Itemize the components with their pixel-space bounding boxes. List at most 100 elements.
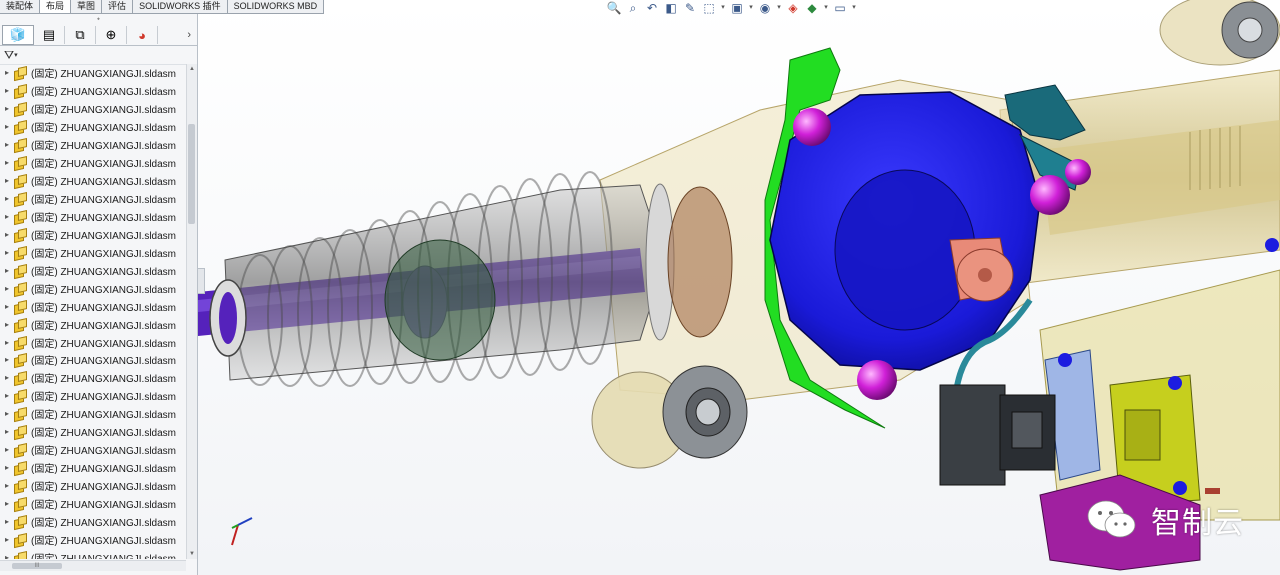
tree-item[interactable]: ▸ (固定) ZHUANGXIANGJI.sldasm: [0, 333, 186, 351]
scrollbar-thumb[interactable]: III: [12, 563, 62, 569]
tree-item[interactable]: ▸ (固定) ZHUANGXIANGJI.sldasm: [0, 477, 186, 495]
dynamic-annotation-icon[interactable]: ✎: [682, 1, 698, 15]
expand-arrow-icon[interactable]: ▸: [0, 176, 14, 185]
expand-arrow-icon[interactable]: ▸: [0, 391, 14, 400]
tree-item[interactable]: ▸ (固定) ZHUANGXIANGJI.sldasm: [0, 423, 186, 441]
tree-item[interactable]: ▸ (固定) ZHUANGXIANGJI.sldasm: [0, 387, 186, 405]
tree-item[interactable]: ▸ (固定) ZHUANGXIANGJI.sldasm: [0, 190, 186, 208]
expand-arrow-icon[interactable]: ▸: [0, 320, 14, 329]
expand-arrow-icon[interactable]: ▸: [0, 302, 14, 311]
scroll-up-icon[interactable]: ▲: [187, 64, 197, 74]
tab-layout[interactable]: 布局: [40, 0, 72, 13]
graphics-area[interactable]: [198, 0, 1280, 575]
tree-item[interactable]: ▸ (固定) ZHUANGXIANGJI.sldasm: [0, 154, 186, 172]
feature-manager-icon[interactable]: 🧊: [2, 25, 34, 45]
expand-arrow-icon[interactable]: ▸: [0, 517, 14, 526]
view-orientation-icon[interactable]: ⬚: [701, 1, 717, 15]
tree-vertical-scrollbar[interactable]: ▲ ▼: [186, 64, 197, 559]
tree-item[interactable]: ▸ (固定) ZHUANGXIANGJI.sldasm: [0, 512, 186, 530]
expand-arrow-icon[interactable]: ▸: [0, 445, 14, 454]
expand-arrow-icon[interactable]: ▸: [0, 427, 14, 436]
tree-item[interactable]: ▸ (固定) ZHUANGXIANGJI.sldasm: [0, 225, 186, 243]
scroll-down-icon[interactable]: ▼: [187, 549, 197, 559]
tree-item[interactable]: ▸ (固定) ZHUANGXIANGJI.sldasm: [0, 351, 186, 369]
assembly-component-icon: [14, 301, 26, 312]
tree-item[interactable]: ▸ (固定) ZHUANGXIANGJI.sldasm: [0, 548, 186, 559]
chevron-down-icon[interactable]: ▾: [851, 1, 857, 15]
dimxpert-manager-icon[interactable]: ⊕: [96, 26, 127, 44]
tree-item[interactable]: ▸ (固定) ZHUANGXIANGJI.sldasm: [0, 279, 186, 297]
section-view-icon[interactable]: ◧: [663, 1, 679, 15]
filter-icon[interactable]: ⛛ ▾: [0, 46, 197, 65]
tree-item[interactable]: ▸ (固定) ZHUANGXIANGJI.sldasm: [0, 243, 186, 261]
tree-item[interactable]: ▸ (固定) ZHUANGXIANGJI.sldasm: [0, 405, 186, 423]
expand-arrow-icon[interactable]: ▸: [0, 86, 14, 95]
tab-sketch[interactable]: 草图: [71, 0, 103, 13]
zoom-to-area-icon[interactable]: ⌕: [625, 1, 641, 15]
assembly-component-icon: [14, 498, 26, 509]
expand-arrow-icon[interactable]: ▸: [0, 535, 14, 544]
expand-arrow-icon[interactable]: ▸: [0, 499, 14, 508]
tree-item[interactable]: ▸ (固定) ZHUANGXIANGJI.sldasm: [0, 441, 186, 459]
configuration-manager-icon[interactable]: ⧉: [65, 26, 96, 44]
expand-arrow-icon[interactable]: ▸: [0, 104, 14, 113]
tree-item[interactable]: ▸ (固定) ZHUANGXIANGJI.sldasm: [0, 136, 186, 154]
expand-arrow-icon[interactable]: ▸: [0, 463, 14, 472]
expand-arrow-icon[interactable]: ▸: [0, 553, 14, 559]
tree-item[interactable]: ▸ (固定) ZHUANGXIANGJI.sldasm: [0, 495, 186, 513]
tree-item[interactable]: ▸ (固定) ZHUANGXIANGJI.sldasm: [0, 261, 186, 279]
tab-evaluate[interactable]: 评估: [102, 0, 134, 13]
expand-arrow-icon[interactable]: ▸: [0, 122, 14, 131]
chevron-down-icon[interactable]: ▾: [776, 1, 782, 15]
chevron-down-icon[interactable]: ▾: [748, 1, 754, 15]
tree-item[interactable]: ▸ (固定) ZHUANGXIANGJI.sldasm: [0, 369, 186, 387]
tree-item[interactable]: ▸ (固定) ZHUANGXIANGJI.sldasm: [0, 118, 186, 136]
expand-arrow-icon[interactable]: ▸: [0, 409, 14, 418]
display-manager-icon[interactable]: ◕: [127, 26, 158, 44]
expand-arrow-icon[interactable]: ▸: [0, 194, 14, 203]
expand-arrow-icon[interactable]: ▸: [0, 212, 14, 221]
panel-grip[interactable]: ⬩: [0, 13, 197, 25]
expand-arrow-icon[interactable]: ▸: [0, 230, 14, 239]
tree-item-label: (固定) ZHUANGXIANGJI.sldasm: [31, 105, 177, 117]
display-style-icon[interactable]: ▣: [729, 1, 745, 15]
tree-horizontal-scrollbar[interactable]: III: [0, 560, 186, 571]
zoom-to-fit-icon[interactable]: 🔍: [606, 1, 622, 15]
tree-item[interactable]: ▸ (固定) ZHUANGXIANGJI.sldasm: [0, 100, 186, 118]
expand-arrow-icon[interactable]: ▸: [0, 266, 14, 275]
tree-item[interactable]: ▸ (固定) ZHUANGXIANGJI.sldasm: [0, 530, 186, 548]
tab-solidworks-mbd[interactable]: SOLIDWORKS MBD: [227, 0, 325, 13]
expand-arrow-icon[interactable]: ▸: [0, 284, 14, 293]
expand-arrow-icon[interactable]: ▸: [0, 338, 14, 347]
property-manager-icon[interactable]: ▤: [34, 26, 65, 44]
tree-item[interactable]: ▸ (固定) ZHUANGXIANGJI.sldasm: [0, 172, 186, 190]
tree-item[interactable]: ▸ (固定) ZHUANGXIANGJI.sldasm: [0, 315, 186, 333]
more-tabs-chevron-icon[interactable]: ›: [187, 29, 191, 41]
tab-solidworks-addins[interactable]: SOLIDWORKS 插件: [133, 0, 228, 13]
expand-arrow-icon[interactable]: ▸: [0, 140, 14, 149]
expand-arrow-icon[interactable]: ▸: [0, 373, 14, 382]
tab-assembly[interactable]: 装配体: [0, 0, 41, 13]
tree-item-label: (固定) ZHUANGXIANGJI.sldasm: [31, 195, 177, 207]
tree-item[interactable]: ▸ (固定) ZHUANGXIANGJI.sldasm: [0, 64, 186, 82]
hide-show-items-icon[interactable]: ◉: [757, 1, 773, 15]
panel-collapse-handle[interactable]: [197, 268, 205, 294]
apply-scene-icon[interactable]: ◆: [804, 1, 820, 15]
edit-appearance-icon[interactable]: ◈: [785, 1, 801, 15]
view-settings-icon[interactable]: ▭: [832, 1, 848, 15]
expand-arrow-icon[interactable]: ▸: [0, 355, 14, 364]
tree-item[interactable]: ▸ (固定) ZHUANGXIANGJI.sldasm: [0, 459, 186, 477]
assembly-component-icon: [14, 265, 26, 276]
scrollbar-thumb[interactable]: [188, 124, 195, 224]
expand-arrow-icon[interactable]: ▸: [0, 481, 14, 490]
tree-item[interactable]: ▸ (固定) ZHUANGXIANGJI.sldasm: [0, 297, 186, 315]
previous-view-icon[interactable]: ↶: [644, 1, 660, 15]
chevron-down-icon[interactable]: ▾: [823, 1, 829, 15]
expand-arrow-icon[interactable]: ▸: [0, 248, 14, 257]
tree-item[interactable]: ▸ (固定) ZHUANGXIANGJI.sldasm: [0, 208, 186, 226]
assembly-component-icon: [14, 85, 26, 96]
chevron-down-icon[interactable]: ▾: [720, 1, 726, 15]
expand-arrow-icon[interactable]: ▸: [0, 158, 14, 167]
tree-item[interactable]: ▸ (固定) ZHUANGXIANGJI.sldasm: [0, 82, 186, 100]
expand-arrow-icon[interactable]: ▸: [0, 68, 14, 77]
